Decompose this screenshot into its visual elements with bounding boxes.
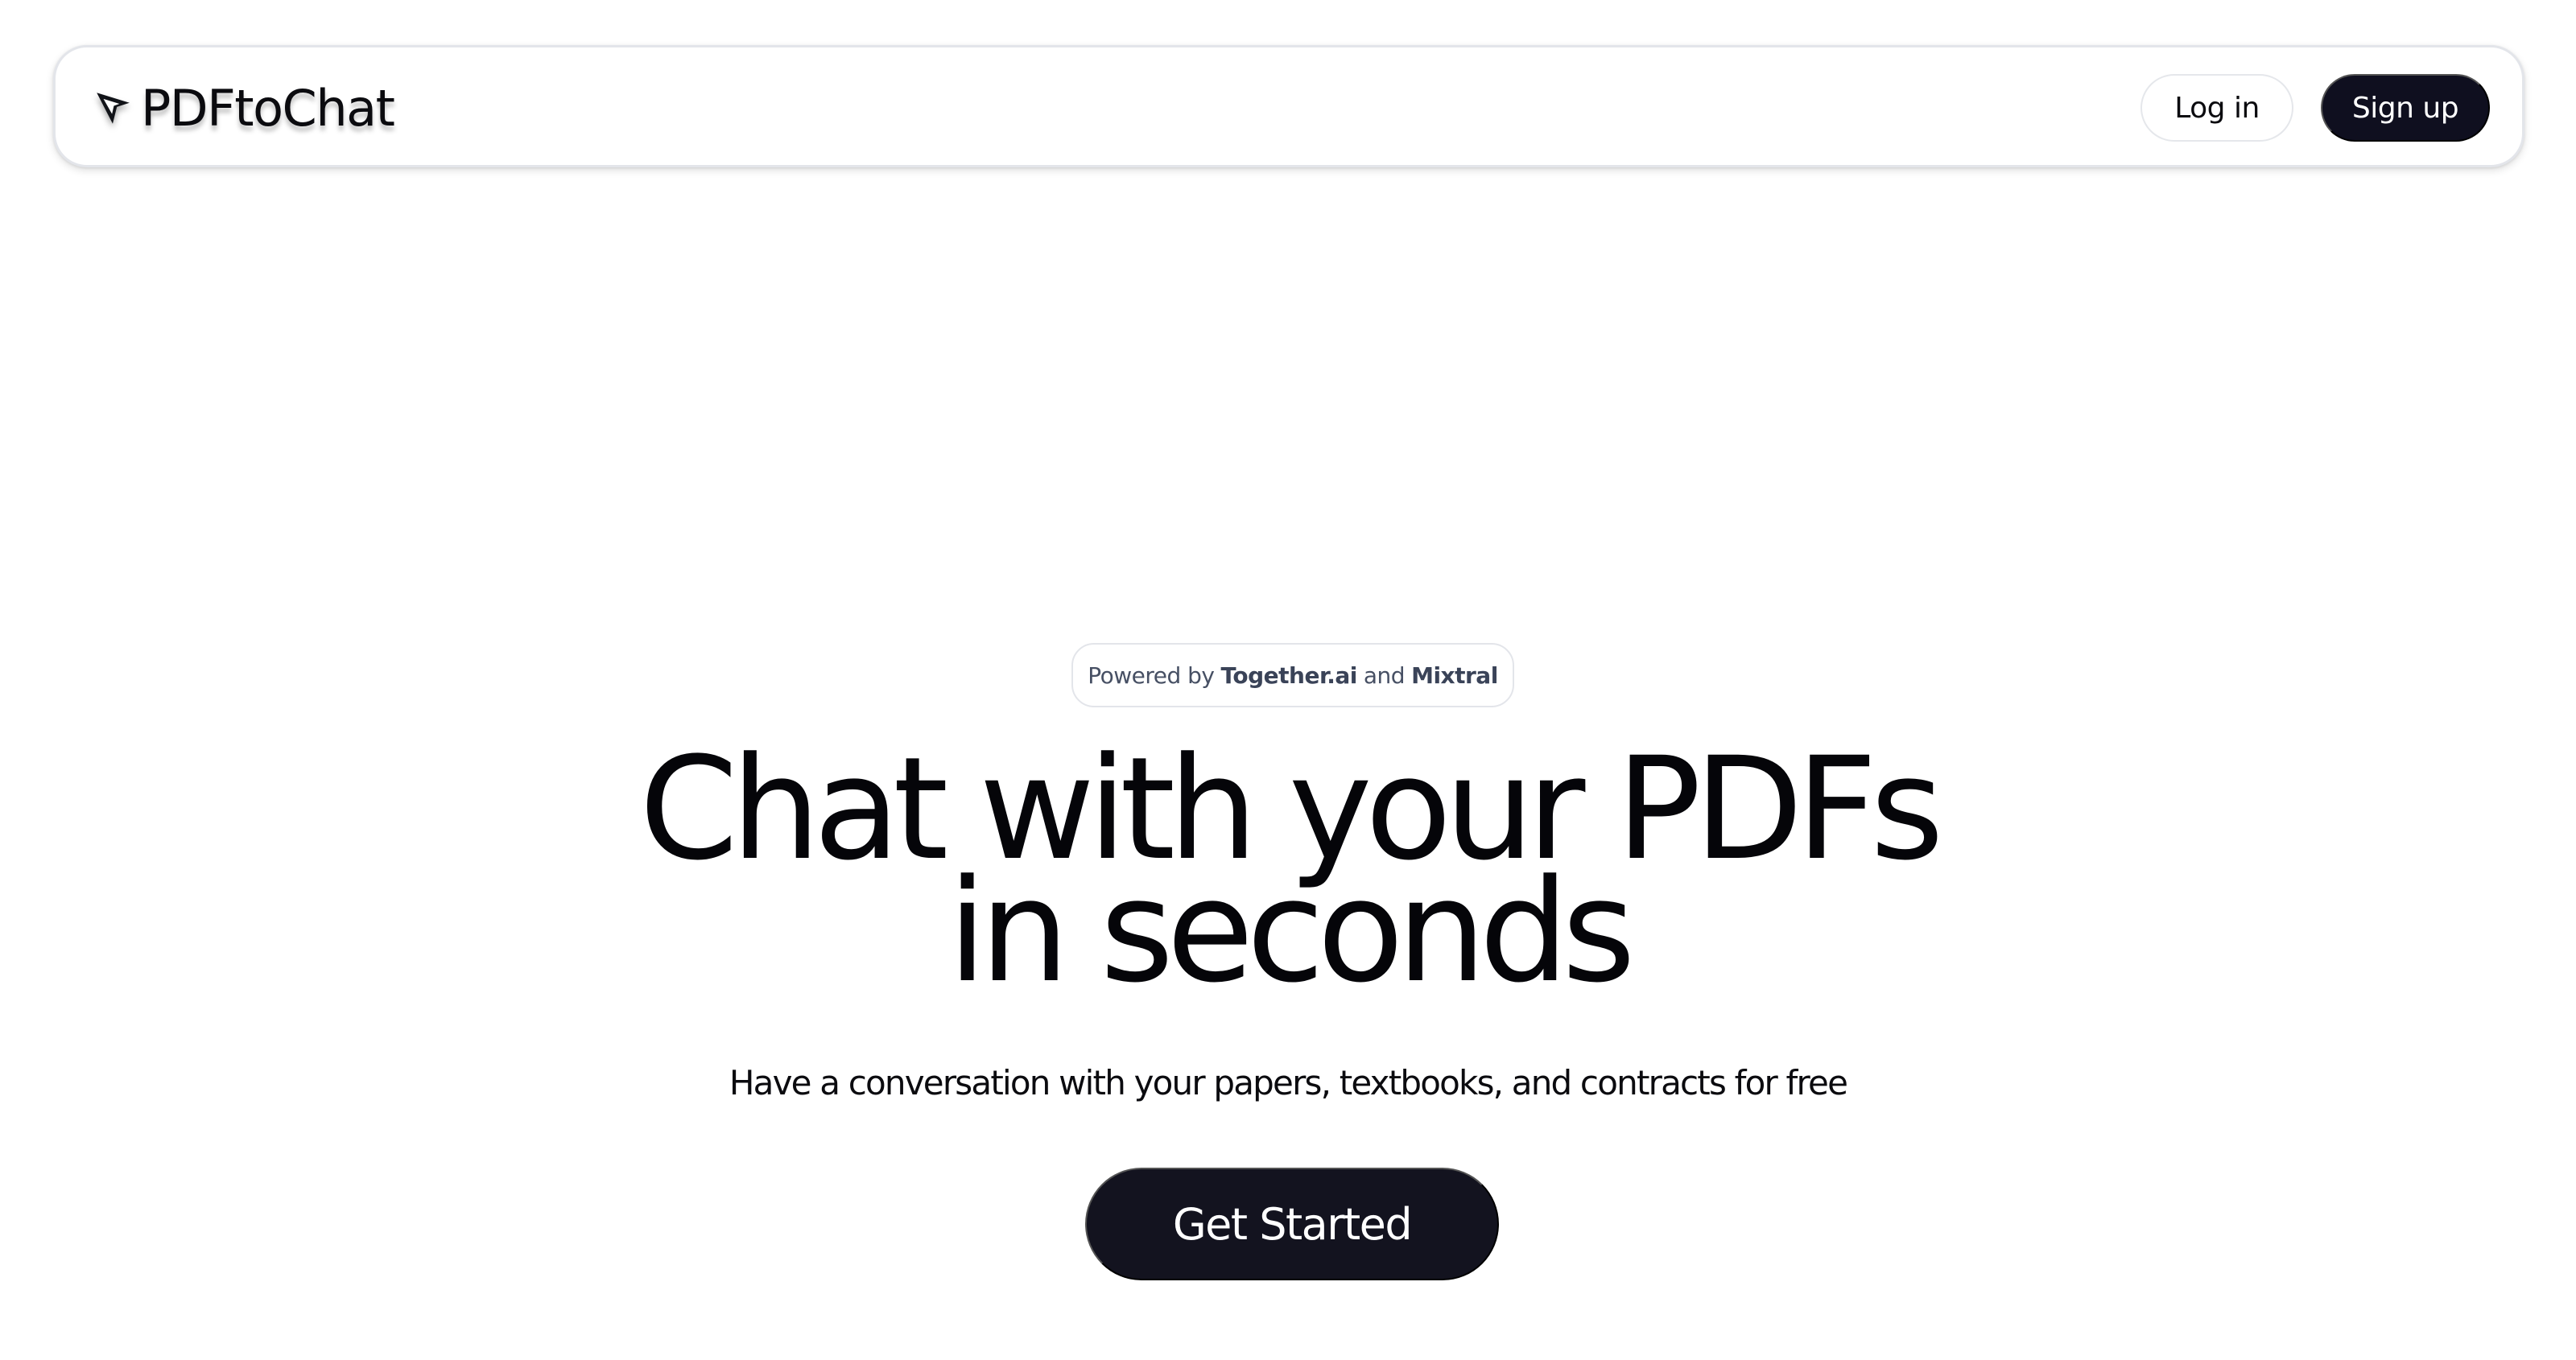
top-navbar: PDFtoChat Log in Sign up bbox=[53, 45, 2524, 167]
hero-headline-line2: in seconds bbox=[947, 849, 1636, 1014]
get-started-button[interactable]: Get Started bbox=[1085, 1168, 1499, 1280]
login-button[interactable]: Log in bbox=[2140, 74, 2293, 142]
cursor-arrow-icon bbox=[97, 93, 130, 124]
hero-headline: Chat with your PDFs in seconds bbox=[0, 739, 2576, 1014]
signup-button[interactable]: Sign up bbox=[2321, 74, 2490, 142]
badge-brand-mixtral: Mixtral bbox=[1411, 661, 1498, 689]
badge-prefix: Powered by bbox=[1088, 661, 1215, 689]
logo-text: PDFtoChat bbox=[141, 79, 395, 138]
nav-actions: Log in Sign up bbox=[2140, 74, 2490, 142]
badge-brand-together: Together.ai bbox=[1220, 661, 1357, 689]
logo-link[interactable]: PDFtoChat bbox=[93, 75, 395, 142]
hero-subtitle: Have a conversation with your papers, te… bbox=[729, 1063, 1848, 1102]
badge-conjunction: and bbox=[1363, 661, 1406, 689]
powered-by-badge: Powered by Together.ai and Mixtral bbox=[1071, 643, 1514, 707]
